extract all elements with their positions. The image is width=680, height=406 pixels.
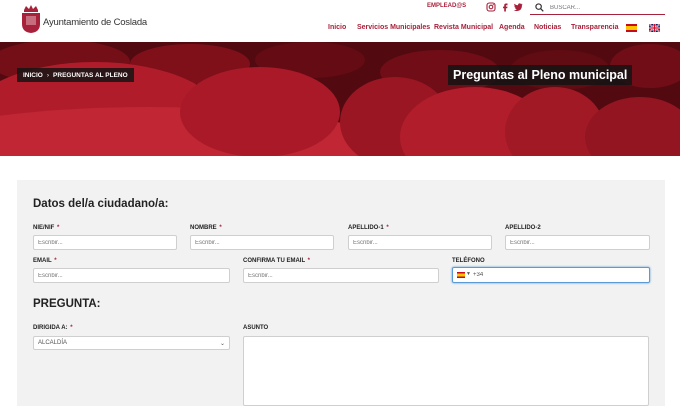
apellido1-label: APELLIDO-1 * xyxy=(348,225,389,231)
asunto-textarea[interactable] xyxy=(243,336,649,406)
nav-revista-municipal[interactable]: Revista Municipal xyxy=(434,24,493,31)
logo-text[interactable]: Ayuntamiento de Coslada xyxy=(43,17,147,28)
nie-label: NIE/NIF * xyxy=(33,225,60,231)
theater-seats-image xyxy=(0,42,680,156)
country-dropdown-caret-icon[interactable]: ▼ xyxy=(466,271,471,277)
email-label: EMAIL * xyxy=(33,258,57,264)
question-section-title: PREGUNTA: xyxy=(33,298,101,310)
breadcrumb-current: PREGUNTAS AL PLENO xyxy=(53,71,128,79)
citizen-section-title: Datos del/a ciudadano/a: xyxy=(33,198,169,210)
coslada-crest-logo[interactable] xyxy=(20,4,42,34)
twitter-icon[interactable] xyxy=(513,2,523,12)
uk-flag-icon[interactable] xyxy=(649,24,660,32)
nav-noticias[interactable]: Noticias xyxy=(534,24,561,31)
telefono-input[interactable] xyxy=(473,269,643,281)
nombre-field[interactable] xyxy=(190,235,334,250)
asunto-label: ASUNTO xyxy=(243,325,269,331)
es-flag-icon[interactable] xyxy=(626,24,637,32)
nav-inicio[interactable]: Inicio xyxy=(328,24,346,31)
email-field[interactable] xyxy=(33,268,230,283)
apellido2-label: APELLIDO-2 xyxy=(505,225,541,231)
breadcrumb-home[interactable]: INICIO xyxy=(23,72,43,79)
search-box[interactable] xyxy=(530,1,665,15)
nav-transparencia[interactable]: Transparencia xyxy=(571,24,618,31)
confirm-email-label: CONFIRMA TU EMAIL * xyxy=(243,258,311,264)
site-header: Ayuntamiento de Coslada EMPLEAD@S Inicio… xyxy=(0,0,680,42)
employees-link[interactable]: EMPLEAD@S xyxy=(427,3,466,9)
chevron-down-icon: ⌄ xyxy=(219,341,225,347)
apellido1-field[interactable] xyxy=(348,235,492,250)
instagram-icon[interactable] xyxy=(486,2,496,12)
search-input[interactable] xyxy=(550,2,662,13)
dirigida-select[interactable]: ALCALDÍA ⌄ xyxy=(33,336,230,350)
page-title: Preguntas al Pleno municipal xyxy=(448,65,633,85)
hero-banner: INICIO › PREGUNTAS AL PLENO Preguntas al… xyxy=(0,42,680,156)
dirigida-selected-value: ALCALDÍA xyxy=(38,340,68,346)
nombre-label: NOMBRE * xyxy=(190,225,222,231)
es-flag-icon[interactable] xyxy=(457,272,465,278)
search-icon[interactable] xyxy=(535,3,544,12)
facebook-icon[interactable] xyxy=(500,2,510,12)
telefono-label: TELÉFONO xyxy=(452,258,485,264)
telefono-field[interactable]: ▼ xyxy=(452,267,650,283)
nie-field[interactable] xyxy=(33,235,177,250)
breadcrumb-chevron-icon: › xyxy=(46,71,50,79)
dirigida-label: DIRIGIDA A: * xyxy=(33,325,73,331)
apellido2-field[interactable] xyxy=(505,235,650,250)
confirm-email-field[interactable] xyxy=(243,268,439,283)
breadcrumb: INICIO › PREGUNTAS AL PLENO xyxy=(17,68,134,82)
nav-agenda[interactable]: Agenda xyxy=(499,24,525,31)
nav-servicios-municipales[interactable]: Servicios Municipales xyxy=(357,24,430,31)
